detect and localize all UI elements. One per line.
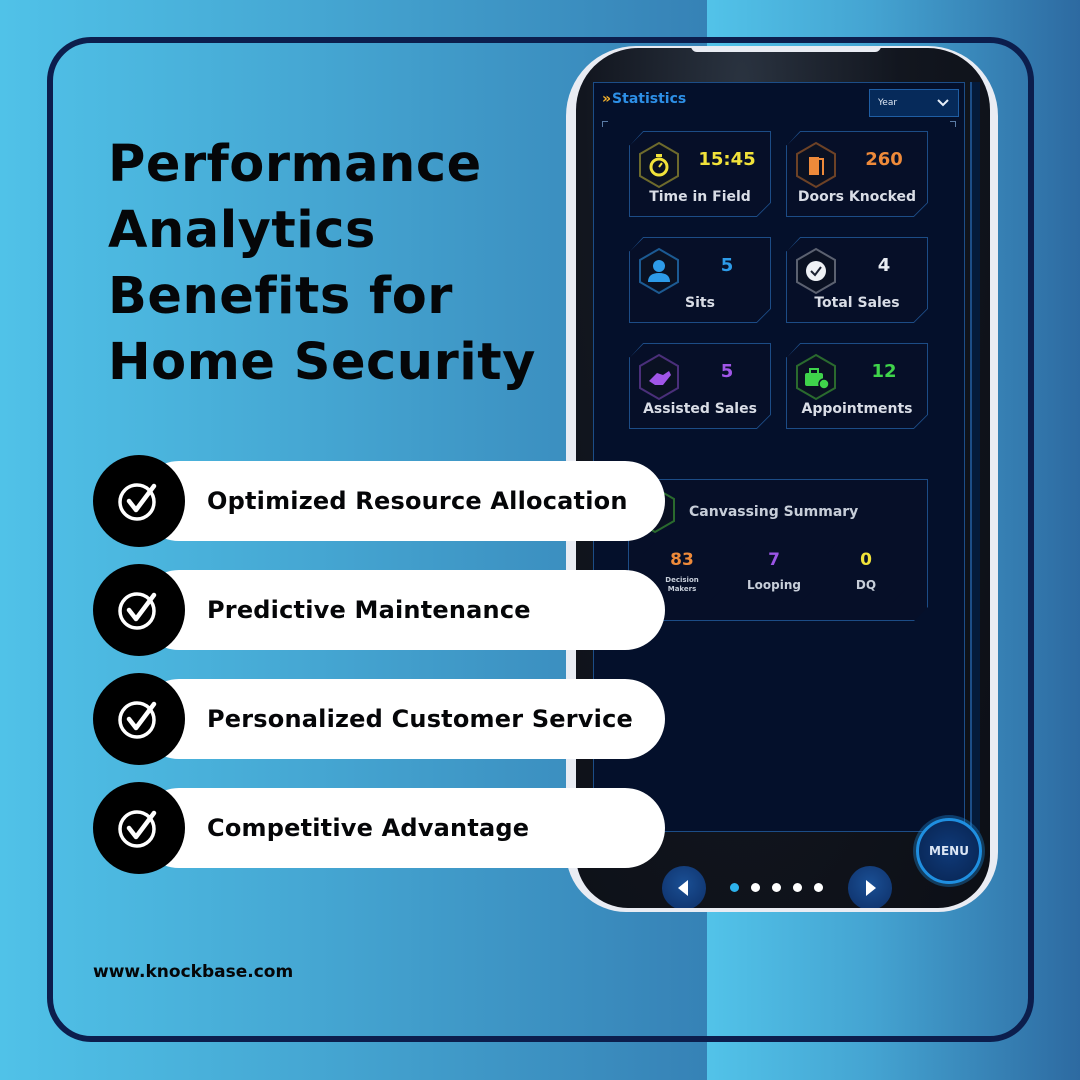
page-indicator [730, 883, 823, 892]
stat-label: Appointments [801, 401, 913, 417]
arrow-left-icon [678, 880, 688, 896]
page-dot-active[interactable] [730, 883, 739, 892]
check-circle-icon [118, 592, 157, 630]
stat-label: Sits [685, 295, 715, 311]
stat-label: Time in Field [649, 189, 751, 205]
page-dot[interactable] [751, 883, 760, 892]
check-badge-icon [794, 247, 838, 295]
benefit-label: Personalized Customer Service [207, 705, 633, 733]
title-line: Home Security [108, 333, 536, 392]
stat-value: 4 [877, 255, 891, 276]
stat-card-sits[interactable]: 5 Sits [629, 237, 771, 323]
title-line: Performance [108, 135, 482, 194]
stat-card-assisted-sales[interactable]: 5 Assisted Sales [629, 343, 771, 429]
briefcase-clock-icon [794, 353, 838, 401]
stat-value: 5 [720, 361, 734, 382]
double-chevron-icon: » [602, 91, 611, 107]
check-badge [93, 455, 185, 547]
check-badge [93, 673, 185, 765]
arrow-right-icon [866, 880, 876, 896]
title-line: Analytics [108, 201, 376, 260]
summary-value: 0 [860, 550, 872, 570]
check-circle-icon [118, 810, 157, 848]
stat-card-appointments[interactable]: 12 Appointments [786, 343, 928, 429]
benefit-item: Competitive Advantage [93, 782, 665, 874]
stat-label: Doors Knocked [797, 189, 917, 205]
benefit-label: Competitive Advantage [207, 814, 530, 842]
benefit-item: Optimized Resource Allocation [93, 455, 665, 547]
website-link[interactable]: www.knockbase.com [93, 962, 293, 982]
summary-label: DQ [855, 578, 877, 592]
page-dot[interactable] [814, 883, 823, 892]
summary-item-dq[interactable]: 0 DQ [827, 542, 905, 602]
side-panel-edge [970, 82, 980, 832]
check-circle-icon [118, 483, 157, 521]
next-page-button[interactable] [848, 866, 892, 908]
stat-card-time-in-field[interactable]: 15:45 Time in Field [629, 131, 771, 217]
canvassing-summary-card: Canvassing Summary 83 Decision Makers 7 … [628, 479, 928, 621]
summary-value: 7 [768, 550, 780, 570]
corner-decoration [950, 121, 956, 127]
corner-decoration [602, 121, 608, 127]
person-icon [637, 247, 681, 295]
stat-label: Total Sales [814, 295, 900, 311]
check-badge [93, 782, 185, 874]
benefit-label: Predictive Maintenance [207, 596, 531, 624]
stat-value: 260 [865, 149, 903, 170]
summary-title: Canvassing Summary [689, 504, 859, 520]
stopwatch-icon [637, 141, 681, 189]
phone-notch [691, 48, 881, 52]
benefit-item: Predictive Maintenance [93, 564, 665, 656]
door-icon [794, 141, 838, 189]
period-select-value: Year [878, 98, 898, 108]
page-dot[interactable] [772, 883, 781, 892]
check-circle-icon [118, 701, 157, 739]
page-title: Performance Analytics Benefits for Home … [108, 132, 578, 396]
panel-title: Statistics [612, 91, 687, 107]
stat-card-doors-knocked[interactable]: 260 Doors Knocked [786, 131, 928, 217]
summary-item-looping[interactable]: 7 Looping [735, 542, 813, 602]
previous-page-button[interactable] [662, 866, 706, 908]
check-badge [93, 564, 185, 656]
stat-value: 12 [871, 361, 897, 382]
page-dot[interactable] [793, 883, 802, 892]
benefit-item: Personalized Customer Service [93, 673, 665, 765]
handshake-icon [637, 353, 681, 401]
stat-value: 15:45 [698, 149, 756, 170]
period-select[interactable]: Year [869, 89, 959, 117]
panel-header: » Statistics [602, 91, 686, 107]
chevron-down-icon [937, 99, 949, 107]
stat-label: Assisted Sales [643, 401, 757, 417]
benefit-label: Optimized Resource Allocation [207, 487, 628, 515]
title-line: Benefits for [108, 267, 453, 326]
summary-label: Looping [747, 578, 801, 592]
stat-value: 5 [720, 255, 734, 276]
stat-card-total-sales[interactable]: 4 Total Sales [786, 237, 928, 323]
